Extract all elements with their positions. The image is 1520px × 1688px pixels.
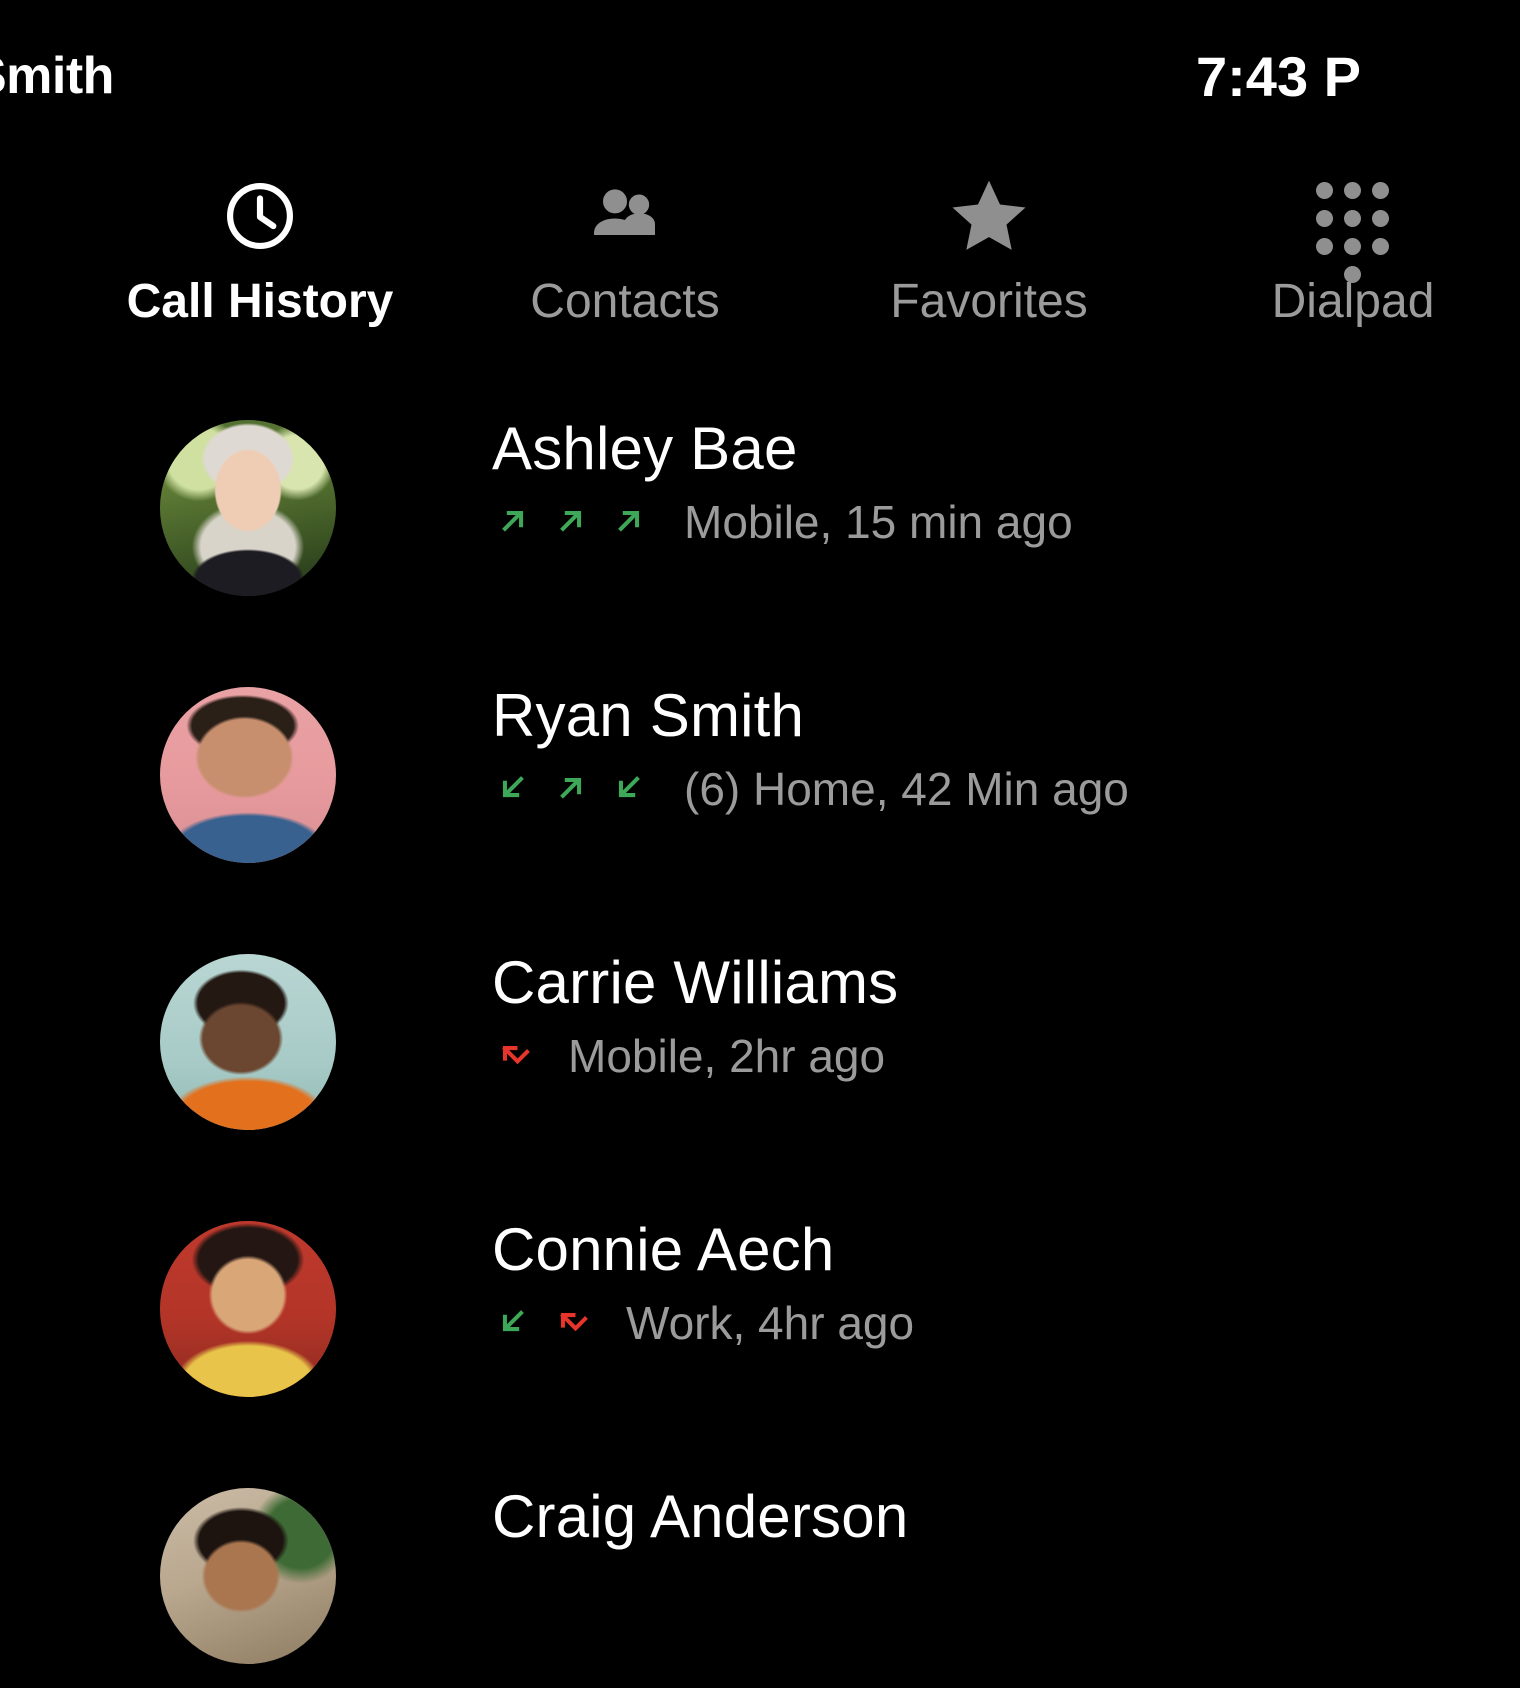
tab-bar: Call History Contacts Favorites Dialpad (0, 170, 1460, 360)
contact-name: Ashley Bae (492, 415, 798, 482)
call-row-text: Craig Anderson (492, 1482, 1422, 1551)
people-icon (583, 174, 667, 258)
call-direction-icons (492, 766, 666, 808)
call-made-icon (502, 510, 524, 532)
tab-contacts-label: Contacts (530, 275, 720, 328)
contact-name: Carrie Williams (492, 949, 899, 1016)
contact-name: Connie Aech (492, 1216, 835, 1283)
call-made-icon (618, 510, 640, 532)
call-row-text: Connie Aech Work, 4hr ago (492, 1215, 1422, 1349)
phone-app-screen: Smith 7:43 P Call History C (0, 0, 1520, 1688)
avatar (160, 954, 336, 1130)
call-history-row[interactable]: Ashley Bae Mobile, 15 min ago (0, 400, 1460, 667)
avatar (160, 1221, 336, 1397)
call-direction-icons (492, 1300, 608, 1342)
dialpad-icon (1311, 174, 1395, 283)
call-row-text: Carrie Williams Mobile, 2hr ago (492, 948, 1422, 1082)
call-detail-text: Work, 4hr ago (626, 1297, 915, 1349)
tab-call-history-label: Call History (126, 275, 394, 328)
clock-icon (218, 174, 302, 258)
call-made-icon (560, 510, 582, 532)
call-detail-line: Mobile, 15 min ago (492, 496, 1422, 548)
call-missed-icon (502, 1045, 530, 1065)
call-history-row[interactable]: Ryan Smith (6) Home, 42 Min ago (0, 667, 1460, 934)
avatar (160, 687, 336, 863)
call-row-text: Ashley Bae Mobile, 15 min ago (492, 414, 1422, 548)
call-received-icon (502, 776, 524, 798)
call-detail-text: Mobile, 15 min ago (684, 496, 1073, 548)
call-direction-icons (492, 1033, 550, 1075)
tab-call-history[interactable]: Call History (78, 170, 442, 355)
call-detail-line: Work, 4hr ago (492, 1297, 1422, 1349)
tab-dialpad-label: Dialpad (1271, 275, 1435, 328)
status-bar-left-text: Smith (0, 47, 114, 105)
tab-contacts[interactable]: Contacts (443, 170, 807, 355)
contact-name: Ryan Smith (492, 682, 805, 749)
tab-favorites-label: Favorites (890, 275, 1088, 328)
tab-dialpad[interactable]: Dialpad (1171, 170, 1520, 355)
call-history-list: Ashley Bae Mobile, 15 min ago Ryan Smith… (0, 400, 1460, 1688)
call-history-row[interactable]: Carrie Williams Mobile, 2hr ago (0, 934, 1460, 1201)
avatar (160, 1488, 336, 1664)
avatar (160, 420, 336, 596)
call-received-icon (502, 1310, 524, 1332)
call-history-row[interactable]: Connie Aech Work, 4hr ago (0, 1201, 1460, 1468)
tab-favorites[interactable]: Favorites (807, 170, 1171, 355)
call-detail-line: Mobile, 2hr ago (492, 1030, 1422, 1082)
status-bar: Smith 7:43 P (0, 0, 1420, 150)
call-detail-line: (6) Home, 42 Min ago (492, 763, 1422, 815)
call-history-row[interactable]: Craig Anderson (0, 1468, 1460, 1688)
star-icon (947, 174, 1031, 258)
call-detail-text: Mobile, 2hr ago (568, 1030, 886, 1082)
call-made-icon (560, 777, 582, 799)
call-detail-text: (6) Home, 42 Min ago (684, 763, 1129, 815)
status-bar-clock: 7:43 P (1196, 45, 1361, 108)
call-direction-icons (492, 499, 666, 541)
contact-name: Craig Anderson (492, 1483, 909, 1550)
call-received-icon (618, 776, 640, 798)
call-row-text: Ryan Smith (6) Home, 42 Min ago (492, 681, 1422, 815)
call-missed-icon (560, 1312, 588, 1332)
